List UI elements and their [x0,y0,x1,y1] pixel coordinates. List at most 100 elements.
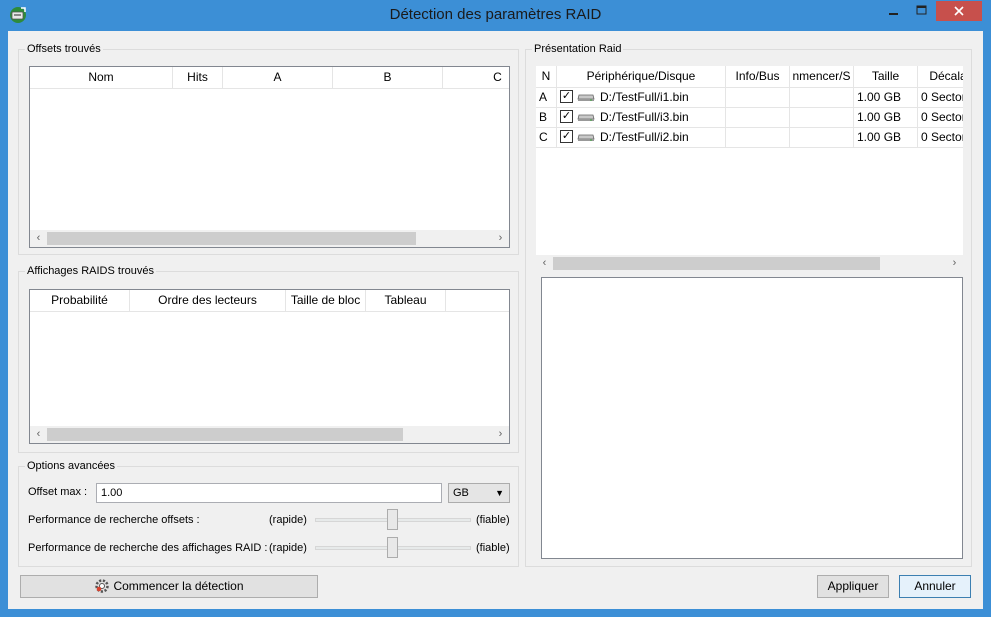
dialog-body: Offsets trouvés Nom Hits A B C ‹ › Affic… [8,31,983,609]
cancel-button[interactable]: Annuler [899,575,971,598]
scroll-right-icon[interactable]: › [492,230,509,247]
perf-raid-slider-thumb[interactable] [387,537,398,558]
raid-layouts-list-header: Probabilité Ordre des lecteurs Taille de… [30,290,509,312]
raid-preview-panel [541,277,963,559]
disk-offset: 0 Sector [918,128,963,148]
offset-max-input[interactable]: 1.00 [96,483,442,503]
table-row[interactable]: B ✓ D:/TestFull/i3.bin 1.00 GB 0 Sector [536,108,963,128]
disk-enabled-checkbox[interactable]: ✓ [560,130,573,144]
raid-disks-list-header: N Périphérique/Disque Info/Bus nmencer/S… [536,66,963,88]
disk-offset: 0 Sector [918,108,963,128]
raid-disks-horizontal-scrollbar[interactable]: ‹ › [536,255,963,272]
scroll-right-icon[interactable]: › [946,255,963,272]
column-header-decalage[interactable]: Décala [918,66,963,88]
disk-letter: A [536,88,557,108]
disk-size: 1.00 GB [854,108,918,128]
disk-enabled-checkbox[interactable]: ✓ [560,90,573,104]
raid-presentation-group: Présentation Raid N Périphérique/Disque … [525,42,972,567]
offsets-list-header: Nom Hits A B C [30,67,509,89]
advanced-options-group: Options avancées Offset max : 1.00 GB ▼ … [18,459,519,567]
table-row[interactable]: A ✓ D:/TestFull/i1.bin 1.00 GB 0 Sector [536,88,963,108]
disk-enabled-checkbox[interactable]: ✓ [560,110,573,124]
column-header-b[interactable]: B [333,67,443,89]
disk-device-cell: ✓ D:/TestFull/i3.bin [557,108,726,128]
maximize-button[interactable] [908,1,935,21]
offset-max-label: Offset max : [28,486,88,498]
start-detection-button[interactable]: Commencer la détection [20,575,318,598]
scroll-left-icon[interactable]: ‹ [30,426,47,443]
disk-device-path: D:/TestFull/i3.bin [600,110,689,124]
column-header-taille-bloc[interactable]: Taille de bloc [286,290,366,312]
disk-size: 1.00 GB [854,128,918,148]
disk-size: 1.00 GB [854,88,918,108]
close-button[interactable] [936,1,982,21]
hard-disk-icon [577,134,595,141]
column-header-c[interactable]: C [443,67,509,89]
column-header-taille[interactable]: Taille [854,66,918,88]
column-header-peripherique[interactable]: Périphérique/Disque [557,66,726,88]
hard-disk-icon [577,114,595,121]
minimize-button[interactable] [880,1,907,21]
maximize-icon [916,5,927,15]
disk-start [790,88,854,108]
column-header-hits[interactable]: Hits [173,67,223,89]
perf-offsets-slider-thumb[interactable] [387,509,398,530]
column-header-tableau[interactable]: Tableau [366,290,446,312]
perf-raid-label: Performance de recherche des affichages … [28,542,268,554]
advanced-options-group-label: Options avancées [25,459,118,473]
disk-device-path: D:/TestFull/i2.bin [600,130,689,144]
disk-info-bus [726,128,790,148]
raid-layouts-group-label: Affichages RAIDS trouvés [25,264,156,278]
disk-letter: C [536,128,557,148]
scrollbar-thumb[interactable] [47,428,403,441]
disk-letter: B [536,108,557,128]
column-header-probabilite[interactable]: Probabilité [30,290,130,312]
title-bar: Détection des paramètres RAID [0,0,991,31]
perf-offsets-reliable-label: (fiable) [476,514,510,526]
unit-select-value: GB [453,487,469,499]
raid-layouts-group: Affichages RAIDS trouvés Probabilité Ord… [18,264,519,453]
start-detection-label: Commencer la détection [113,579,244,593]
raid-disks-list[interactable]: N Périphérique/Disque Info/Bus nmencer/S… [536,66,963,272]
chevron-down-icon: ▼ [495,488,504,498]
disk-start [790,128,854,148]
table-row[interactable]: C ✓ D:/TestFull/i2.bin 1.00 GB 0 Sector [536,128,963,148]
raid-layouts-list[interactable]: Probabilité Ordre des lecteurs Taille de… [29,289,510,444]
perf-offsets-fast-label: (rapide) [269,514,307,526]
close-icon [954,6,964,16]
column-header-n[interactable]: N [536,66,557,88]
scroll-right-icon[interactable]: › [492,426,509,443]
offsets-list[interactable]: Nom Hits A B C ‹ › [29,66,510,248]
perf-raid-reliable-label: (fiable) [476,542,510,554]
scrollbar-thumb[interactable] [47,232,416,245]
perf-raid-fast-label: (rapide) [269,542,307,554]
offsets-group: Offsets trouvés Nom Hits A B C ‹ › [18,42,519,255]
scrollbar-thumb[interactable] [553,257,880,270]
scroll-left-icon[interactable]: ‹ [30,230,47,247]
column-header-info-bus[interactable]: Info/Bus [726,66,790,88]
column-header-nom[interactable]: Nom [30,67,173,89]
disk-device-cell: ✓ D:/TestFull/i1.bin [557,88,726,108]
perf-offsets-label: Performance de recherche offsets : [28,514,200,526]
scroll-left-icon[interactable]: ‹ [536,255,553,272]
gear-icon [95,579,110,593]
disk-info-bus [726,88,790,108]
offsets-group-label: Offsets trouvés [25,42,103,56]
column-header-t[interactable]: T [446,290,509,312]
disk-offset: 0 Sector [918,88,963,108]
unit-select[interactable]: GB ▼ [448,483,510,503]
raid-presentation-group-label: Présentation Raid [532,42,624,56]
disk-device-path: D:/TestFull/i1.bin [600,90,689,104]
apply-button[interactable]: Appliquer [817,575,889,598]
disk-start [790,108,854,128]
raid-layouts-horizontal-scrollbar[interactable]: ‹ › [30,426,509,443]
minimize-icon [889,13,898,15]
hard-disk-icon [577,94,595,101]
offsets-horizontal-scrollbar[interactable]: ‹ › [30,230,509,247]
window-title: Détection des paramètres RAID [389,6,602,23]
column-header-ordre-lecteurs[interactable]: Ordre des lecteurs [130,290,286,312]
disk-info-bus [726,108,790,128]
column-header-commencer[interactable]: nmencer/S [790,66,854,88]
disk-device-cell: ✓ D:/TestFull/i2.bin [557,128,726,148]
column-header-a[interactable]: A [223,67,333,89]
